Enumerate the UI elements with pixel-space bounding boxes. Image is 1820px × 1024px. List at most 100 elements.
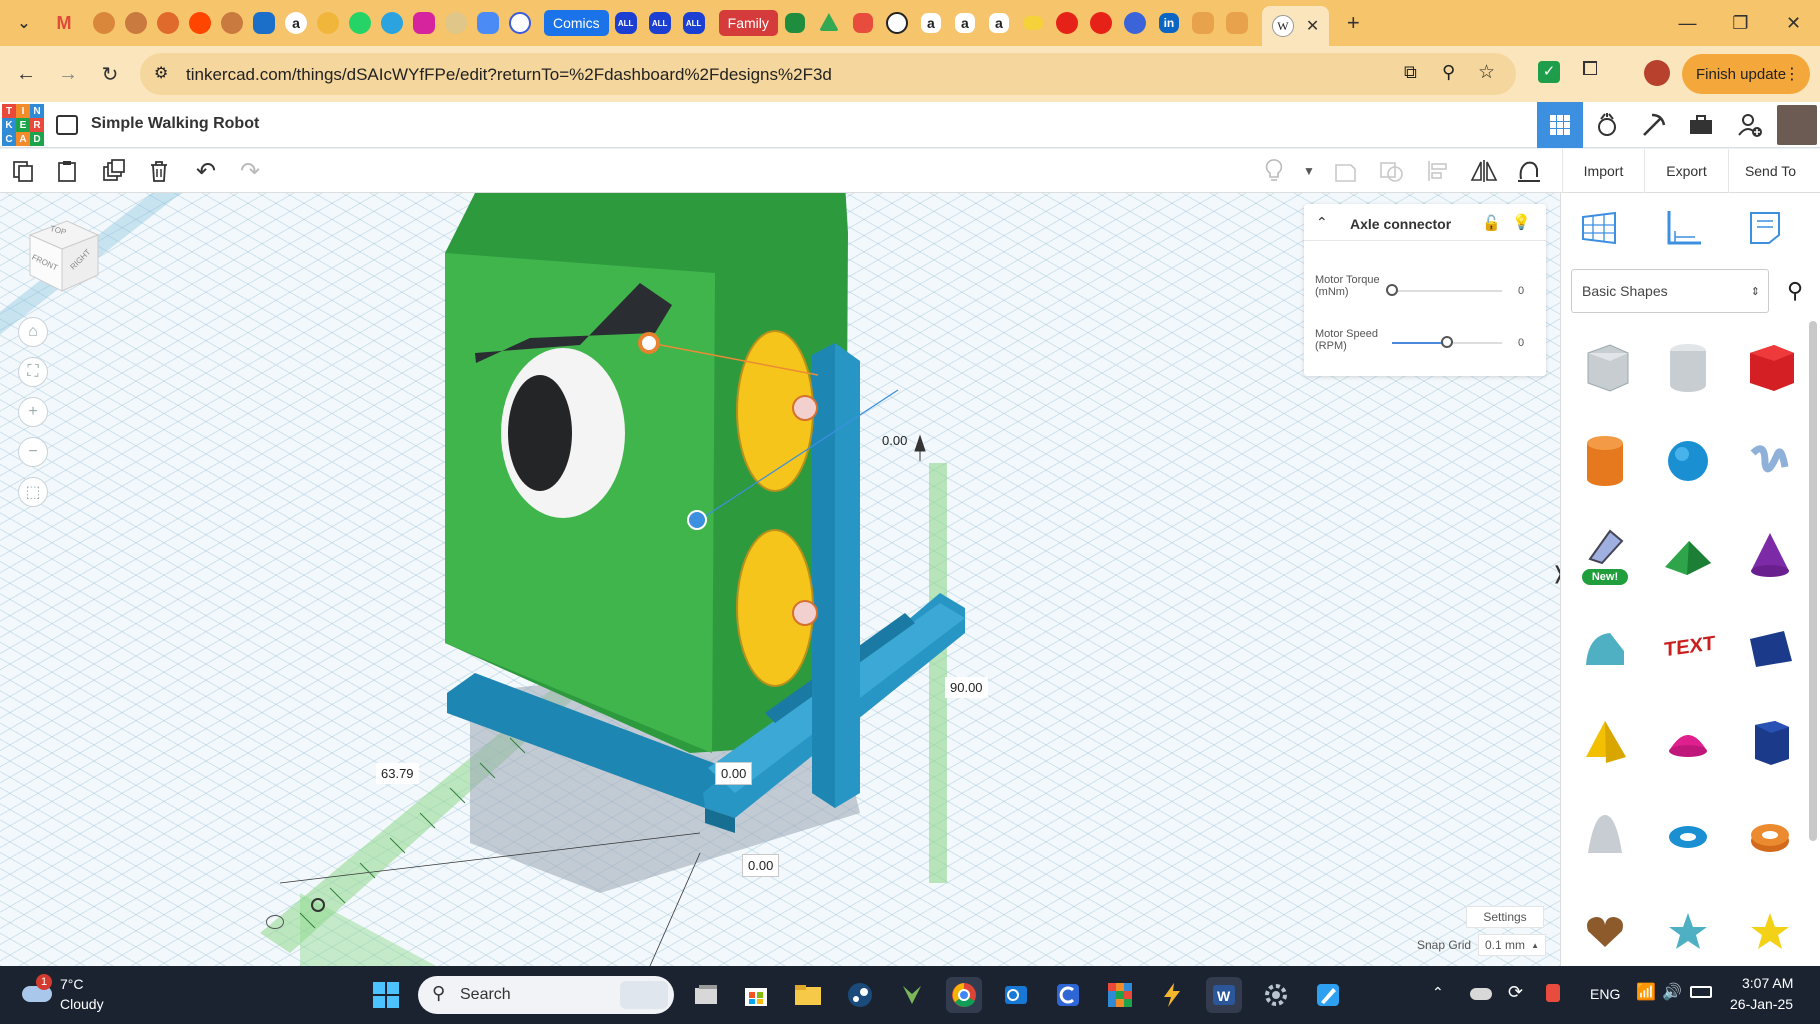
tab-site-icon[interactable] [445,12,467,34]
user-avatar[interactable] [1774,102,1820,148]
tab-site-icon[interactable] [221,12,243,34]
motor-torque-value[interactable]: 0 [1518,285,1524,297]
dimension-label[interactable]: 90.00 [945,677,988,698]
tab-telegram-icon[interactable] [381,12,403,34]
tab-translate-icon[interactable] [477,12,499,34]
file-explorer-icon[interactable] [790,977,826,1013]
back-icon[interactable]: ← [10,58,42,90]
tab-active-tinkercad[interactable]: W ✕ [1261,6,1330,46]
collapse-icon[interactable]: ⌃ [1316,214,1328,231]
sim-lab-button[interactable] [1584,102,1630,148]
tab-allmovie-icon[interactable]: ALL [648,12,671,34]
group-button[interactable] [1331,156,1361,186]
microsoft-store-icon[interactable] [738,977,774,1013]
tab-tinkercad-icon[interactable] [852,13,873,33]
window-restore-icon[interactable]: ❐ [1713,0,1768,46]
tab-amazon-icon[interactable]: a [988,13,1009,33]
lessons-button[interactable] [1678,102,1724,148]
tab-close-icon[interactable]: ✕ [1306,16,1319,36]
task-view-icon[interactable] [688,977,724,1013]
show-light-button[interactable] [1259,156,1289,186]
undo-button[interactable]: ↶ [191,156,221,186]
show-hidden-icons[interactable]: ⌃ [1432,984,1444,1001]
tab-site-icon[interactable] [1022,16,1043,30]
shape-cone[interactable] [1731,509,1809,599]
tab-outlook-icon[interactable] [253,12,275,34]
open-in-app-icon[interactable]: ⧉ [1404,62,1417,83]
shape-library-select[interactable]: Basic Shapes ⇕ [1571,269,1769,313]
address-bar[interactable]: ⚙ tinkercad.com/things/dSAIcWYfFPe/edit?… [140,53,1516,95]
steam-icon[interactable] [842,977,878,1013]
tab-comics[interactable]: Comics [544,10,609,36]
shape-cylinder-hole[interactable] [1649,321,1727,411]
slider-knob[interactable] [1441,336,1453,348]
volume-icon[interactable]: 🔊 [1662,982,1682,1002]
shape-heart[interactable] [1566,885,1644,966]
shape-star-yellow[interactable] [1731,885,1809,966]
redo-button[interactable]: ↷ [235,156,265,186]
zoom-icon[interactable]: ⚲ [1442,62,1455,83]
extensions-puzzle-icon[interactable]: ⧠ [1582,58,1598,81]
new-tab-icon[interactable]: + [1337,7,1369,39]
chrome-icon[interactable] [946,977,982,1013]
shape-wedge[interactable] [1731,603,1809,693]
tab-site-icon[interactable] [125,12,147,34]
bookmark-star-icon[interactable]: ☆ [1478,61,1495,84]
tab-whatsapp-icon[interactable] [349,12,371,34]
ortho-view-button[interactable]: ⬚ [18,477,48,507]
clock-date[interactable]: 26-Jan-25 [1730,996,1793,1012]
tab-amazon-icon[interactable]: a [954,13,975,33]
lock-icon[interactable]: 🔓 [1482,214,1501,232]
shape-text[interactable]: TEXT [1649,603,1727,693]
shape-roof[interactable] [1649,509,1727,599]
hint-bulb-icon[interactable]: 💡 [1512,213,1531,231]
profile-avatar[interactable] [1644,60,1670,86]
shape-paraboloid[interactable] [1566,791,1644,881]
add-user-button[interactable] [1727,102,1773,148]
tab-sheets-icon[interactable] [784,13,805,33]
sync-icon[interactable]: ⟳ [1508,982,1523,1003]
url-text[interactable]: tinkercad.com/things/dSAIcWYfFPe/edit?re… [186,65,832,85]
shape-half-sphere[interactable] [1649,697,1727,787]
tab-family[interactable]: Family [718,10,778,36]
window-minimize-icon[interactable]: — [1660,0,1715,46]
ruler-button[interactable] [1663,209,1703,252]
site-info-icon[interactable]: ⚙ [154,63,168,83]
tab-site-icon[interactable] [1123,12,1146,34]
tinkercad-app-icon[interactable] [1102,977,1138,1013]
tab-site-icon[interactable] [157,12,179,34]
reload-icon[interactable]: ↻ [94,58,126,90]
align-button[interactable] [1423,156,1453,186]
delete-button[interactable] [144,156,174,186]
tab-youtube-icon[interactable] [1089,12,1112,34]
finish-update-button[interactable]: Finish update ⋮ [1682,54,1810,94]
shape-polygon[interactable] [1731,697,1809,787]
outlook-icon[interactable] [998,977,1034,1013]
tab-chatgpt-icon[interactable] [885,12,908,34]
tab-search-dropdown-icon[interactable]: ⌄ [8,7,40,39]
shape-scribble[interactable] [1731,415,1809,505]
start-button[interactable] [368,977,404,1013]
dimension-label[interactable]: 63.79 [376,763,419,784]
shape-torus[interactable] [1649,791,1727,881]
shape-tube[interactable] [1731,791,1809,881]
shape-box[interactable] [1731,321,1809,411]
home-view-button[interactable]: ⌂ [18,317,48,347]
settings-gear-icon[interactable] [1258,977,1294,1013]
slider-knob[interactable] [1386,284,1398,296]
tab-amazon-icon[interactable]: a [285,12,307,34]
paint-app-icon[interactable] [1310,977,1346,1013]
tab-youtube-icon[interactable] [1055,12,1078,34]
tab-allmovie-icon[interactable]: ALL [614,12,637,34]
window-close-icon[interactable]: ✕ [1766,0,1820,46]
clock-time[interactable]: 3:07 AM [1742,975,1793,991]
copy-button[interactable] [8,156,38,186]
onedrive-icon[interactable] [1470,988,1492,1000]
shape-panel-scrollbar[interactable] [1809,321,1817,841]
taskbar-search[interactable]: ⚲ Search [418,976,674,1014]
motor-torque-slider[interactable] [1386,284,1502,296]
shape-pyramid[interactable] [1566,697,1644,787]
tab-allmovie-icon[interactable]: ALL [682,12,705,34]
tab-amazon-icon[interactable]: a [920,13,941,33]
dimension-label[interactable]: 0.00 [877,430,912,451]
